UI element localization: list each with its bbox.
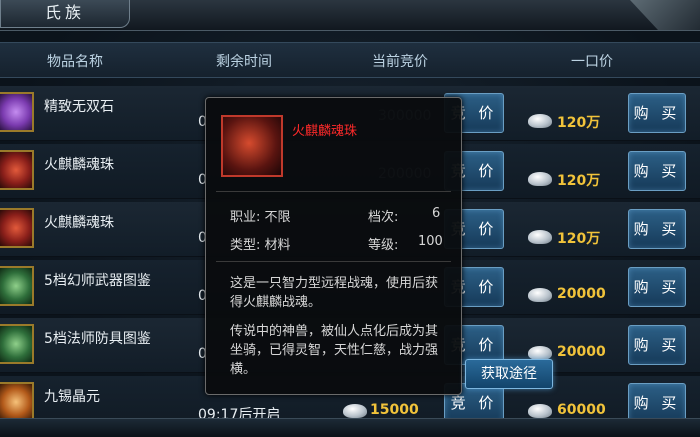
tooltip-type: 类型: 材料 <box>230 238 291 253</box>
tooltip-career: 职业: 不限 <box>230 210 291 225</box>
current-bid-value: 15000 <box>370 402 419 418</box>
corner-ornament <box>630 0 700 30</box>
buy-button[interactable]: 购 买 <box>628 209 686 249</box>
table-header: 物品名称 剩余时间 当前竞价 一口价 <box>0 42 700 78</box>
silver-ingot-icon <box>343 404 367 418</box>
silver-ingot-icon <box>528 172 552 186</box>
header-buyout-price: 一口价 <box>571 54 613 70</box>
item-icon[interactable] <box>0 150 34 190</box>
item-name: 九锡晶元 <box>44 389 100 405</box>
silver-ingot-icon <box>528 346 552 360</box>
tooltip-divider <box>216 191 451 192</box>
top-bar: 氏族 <box>0 0 700 31</box>
header-remaining-time: 剩余时间 <box>216 54 272 70</box>
tooltip-item-name: 火麒麟魂珠 <box>292 124 358 139</box>
buy-button[interactable]: 购 买 <box>628 383 686 423</box>
tooltip-divider <box>216 261 451 262</box>
buyout-price: 20000 <box>557 286 606 302</box>
silver-ingot-icon <box>528 114 552 128</box>
clan-tab[interactable]: 氏族 <box>0 0 130 28</box>
header-item-name: 物品名称 <box>47 54 103 70</box>
buy-button[interactable]: 购 买 <box>628 151 686 191</box>
get-source-button[interactable]: 获取途径 <box>465 359 553 389</box>
buyout-price: 120万 <box>557 231 601 247</box>
bottom-bar <box>0 418 700 437</box>
item-icon[interactable] <box>0 266 34 306</box>
silver-ingot-icon <box>528 230 552 244</box>
tooltip-level-value: 100 <box>418 234 443 249</box>
item-icon[interactable] <box>0 324 34 364</box>
buyout-price: 60000 <box>557 402 606 418</box>
tooltip-grade-label: 档次: <box>368 210 399 225</box>
item-icon[interactable] <box>0 208 34 248</box>
buyout-price: 120万 <box>557 173 601 189</box>
tooltip-item-icon <box>221 115 283 177</box>
item-name: 精致无双石 <box>44 99 114 115</box>
buyout-price: 20000 <box>557 344 606 360</box>
auction-window: 氏族 物品名称 剩余时间 当前竞价 一口价 精致无双石 0 300000 竞 价… <box>0 0 700 437</box>
header-current-bid: 当前竞价 <box>372 54 428 70</box>
tooltip-grade-value: 6 <box>432 206 441 221</box>
tooltip-level-label: 等级: <box>368 238 399 253</box>
item-name: 5档法师防具图鉴 <box>44 331 151 347</box>
buy-button[interactable]: 购 买 <box>628 93 686 133</box>
buy-button[interactable]: 购 买 <box>628 267 686 307</box>
tooltip-usage-description: 这是一只智力型远程战魂，使用后获得火麒麟战魂。 <box>230 276 439 310</box>
item-name: 5档幻师武器图鉴 <box>44 273 151 289</box>
tooltip-lore-description: 传说中的神兽，被仙人点化后成为其坐骑，已得灵智，天性仁慈，战力强横。 <box>230 324 439 377</box>
buy-button[interactable]: 购 买 <box>628 325 686 365</box>
item-tooltip: 火麒麟魂珠 职业: 不限 档次: 6 类型: 材料 等级: 100 这是一只智力… <box>205 97 462 395</box>
silver-ingot-icon <box>528 288 552 302</box>
item-icon[interactable] <box>0 382 34 422</box>
buyout-price: 120万 <box>557 115 601 131</box>
silver-ingot-icon <box>528 404 552 418</box>
item-icon[interactable] <box>0 92 34 132</box>
item-name: 火麒麟魂珠 <box>44 157 114 173</box>
item-name: 火麒麟魂珠 <box>44 215 114 231</box>
